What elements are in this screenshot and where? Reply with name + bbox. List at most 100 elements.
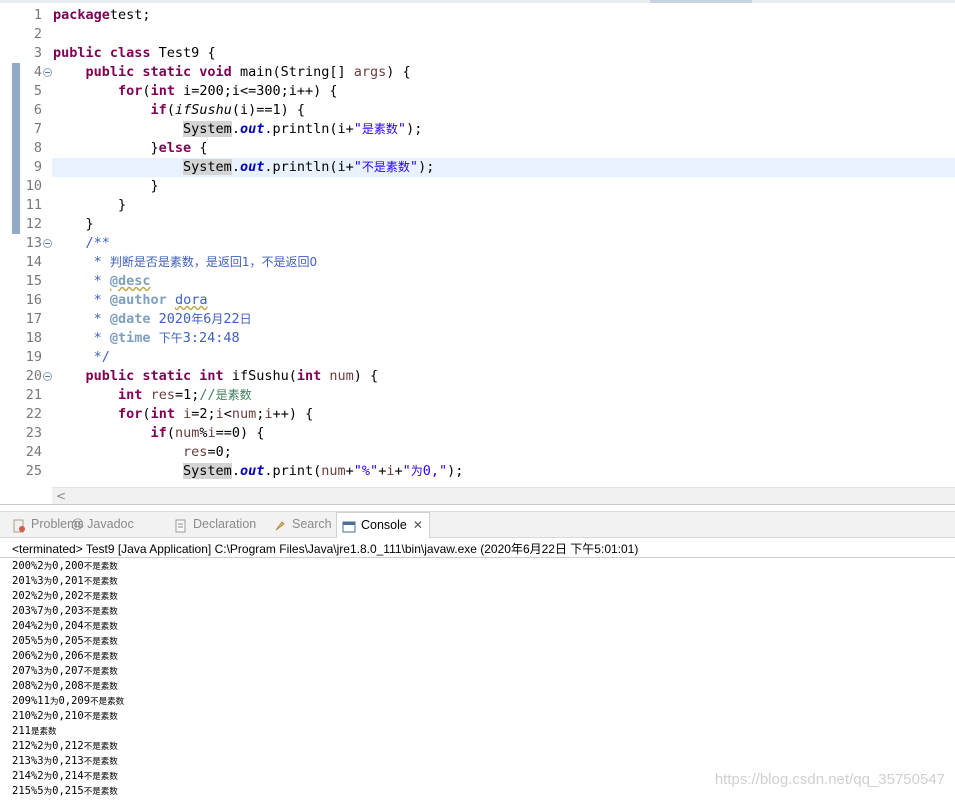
console-output[interactable]: 200%2为0,200不是素数 201%3为0,201不是素数 202%2为0,20…: [12, 559, 952, 799]
code-line[interactable]: System.out.print(num+"%"+i+"为0,");: [53, 462, 463, 481]
line-number: 12: [25, 216, 42, 232]
output-text: 不是素数: [83, 757, 118, 767]
code-token: .println(i+: [264, 121, 354, 137]
scroll-left-icon[interactable]: <: [56, 488, 66, 505]
output-text: 为: [43, 622, 53, 632]
tab-javadoc[interactable]: @ Javadoc: [71, 512, 134, 537]
code-token: i: [207, 425, 216, 441]
output-line: 212%2为0,212不是素数: [12, 739, 952, 754]
code-line[interactable]: }: [53, 177, 159, 196]
output-text: 为: [43, 607, 53, 617]
code-line[interactable]: * @date 2020年6月22日: [53, 310, 252, 329]
tab-console[interactable]: Console ✕: [336, 512, 430, 538]
line-number: 19: [25, 349, 42, 365]
code-token: +: [394, 463, 403, 479]
output-text: 206%2: [12, 650, 44, 662]
code-token: {: [191, 140, 208, 156]
code-token: int: [150, 83, 175, 99]
code-editor[interactable]: 1 packagetest; 2 3 public class Test9 {4 pub…: [0, 0, 955, 505]
output-line: 209%11为0,209不是素数: [12, 694, 952, 709]
console-icon: [342, 518, 356, 533]
line-number: 6: [33, 102, 42, 118]
fold-collapse-icon[interactable]: [43, 372, 52, 381]
output-text: 0,202: [52, 590, 84, 602]
close-icon[interactable]: ✕: [413, 513, 423, 538]
code-line[interactable]: * @time 下午3:24:48: [53, 329, 240, 348]
code-line[interactable]: packagetest;: [53, 6, 151, 25]
output-text: 200%2: [12, 560, 44, 572]
tab-search[interactable]: Search: [273, 512, 332, 537]
code-token: args: [353, 64, 387, 80]
code-token: }: [53, 197, 127, 213]
code-line[interactable]: public static void main(String[] args) {: [53, 63, 411, 82]
output-text: 为: [43, 577, 53, 587]
fold-collapse-icon[interactable]: [43, 68, 52, 77]
code-line[interactable]: public static int ifSushu(int num) {: [53, 367, 379, 386]
output-text: 202%2: [12, 590, 44, 602]
code-token: public class: [53, 45, 151, 61]
editor-divider: [0, 504, 955, 505]
watermark: https://blog.csdn.net/qq_35750547: [714, 771, 945, 788]
output-text: 0,213: [52, 755, 84, 767]
output-text: 不是素数: [83, 592, 118, 602]
output-line: 208%2为0,208不是素数: [12, 679, 952, 694]
output-text: 为: [43, 742, 53, 752]
code-token: <: [223, 406, 232, 422]
output-text: 0,203: [52, 605, 84, 617]
code-line[interactable]: }: [53, 215, 94, 234]
output-text: 不是素数: [83, 742, 118, 752]
output-line: 211是素数: [12, 724, 952, 739]
line-number: 24: [25, 444, 42, 460]
code-line[interactable]: System.out.println(i+"不是素数");: [53, 158, 434, 177]
tab-label: Declaration: [193, 517, 257, 531]
code-line[interactable]: */: [53, 348, 110, 367]
code-token: +: [345, 463, 354, 479]
horizontal-scrollbar[interactable]: <: [52, 487, 955, 505]
code-line[interactable]: res=0;: [53, 443, 232, 462]
code-token: *: [93, 292, 110, 308]
code-token: @desc: [109, 273, 151, 289]
code-token: 判断是否是素数，是返回1，不是返回0: [109, 255, 318, 269]
code-line[interactable]: }: [53, 196, 126, 215]
code-token: *: [93, 254, 110, 270]
code-token: .: [231, 159, 240, 175]
code-token: num: [174, 425, 200, 441]
code-line[interactable]: }else {: [53, 139, 208, 158]
output-line: 201%3为0,201不是素数: [12, 574, 952, 589]
code-line[interactable]: * @desc: [53, 272, 151, 291]
code-line[interactable]: if(ifSushu(i)==1) {: [53, 101, 305, 120]
code-line[interactable]: /**: [53, 234, 110, 253]
code-line[interactable]: System.out.println(i+"是素数");: [53, 120, 422, 139]
code-token: }: [53, 178, 159, 194]
code-token: @date: [109, 311, 151, 327]
code-token: 年: [191, 312, 204, 326]
code-token: }: [53, 216, 94, 232]
code-line[interactable]: public class Test9 {: [53, 44, 216, 63]
output-text: 不是素数: [83, 652, 118, 662]
fold-collapse-icon[interactable]: [43, 239, 52, 248]
output-text: 214%2: [12, 770, 44, 782]
code-line[interactable]: if(num%i==0) {: [53, 424, 265, 443]
code-token: *: [93, 273, 110, 289]
output-text: 0,207: [52, 665, 84, 677]
tab-label: Search: [292, 517, 332, 531]
line-number: 13: [25, 235, 42, 251]
code-line[interactable]: for(int i=2;i<num;i++) {: [53, 405, 313, 424]
code-token: (i)==1) {: [231, 102, 306, 118]
tab-label: @ Javadoc: [71, 517, 134, 531]
code-token: else: [158, 140, 192, 156]
editor-tab-stub[interactable]: [650, 0, 752, 3]
code-line[interactable]: * 判断是否是素数，是返回1，不是返回0: [53, 253, 318, 272]
code-line[interactable]: for(int i=200;i<=300;i++) {: [53, 82, 337, 101]
code-line[interactable]: * @author dora: [53, 291, 208, 310]
tab-declaration[interactable]: Declaration: [174, 512, 256, 537]
code-line[interactable]: int res=1;//是素数: [53, 386, 252, 405]
line-number: 10: [25, 178, 42, 194]
code-token: dora: [174, 292, 208, 308]
